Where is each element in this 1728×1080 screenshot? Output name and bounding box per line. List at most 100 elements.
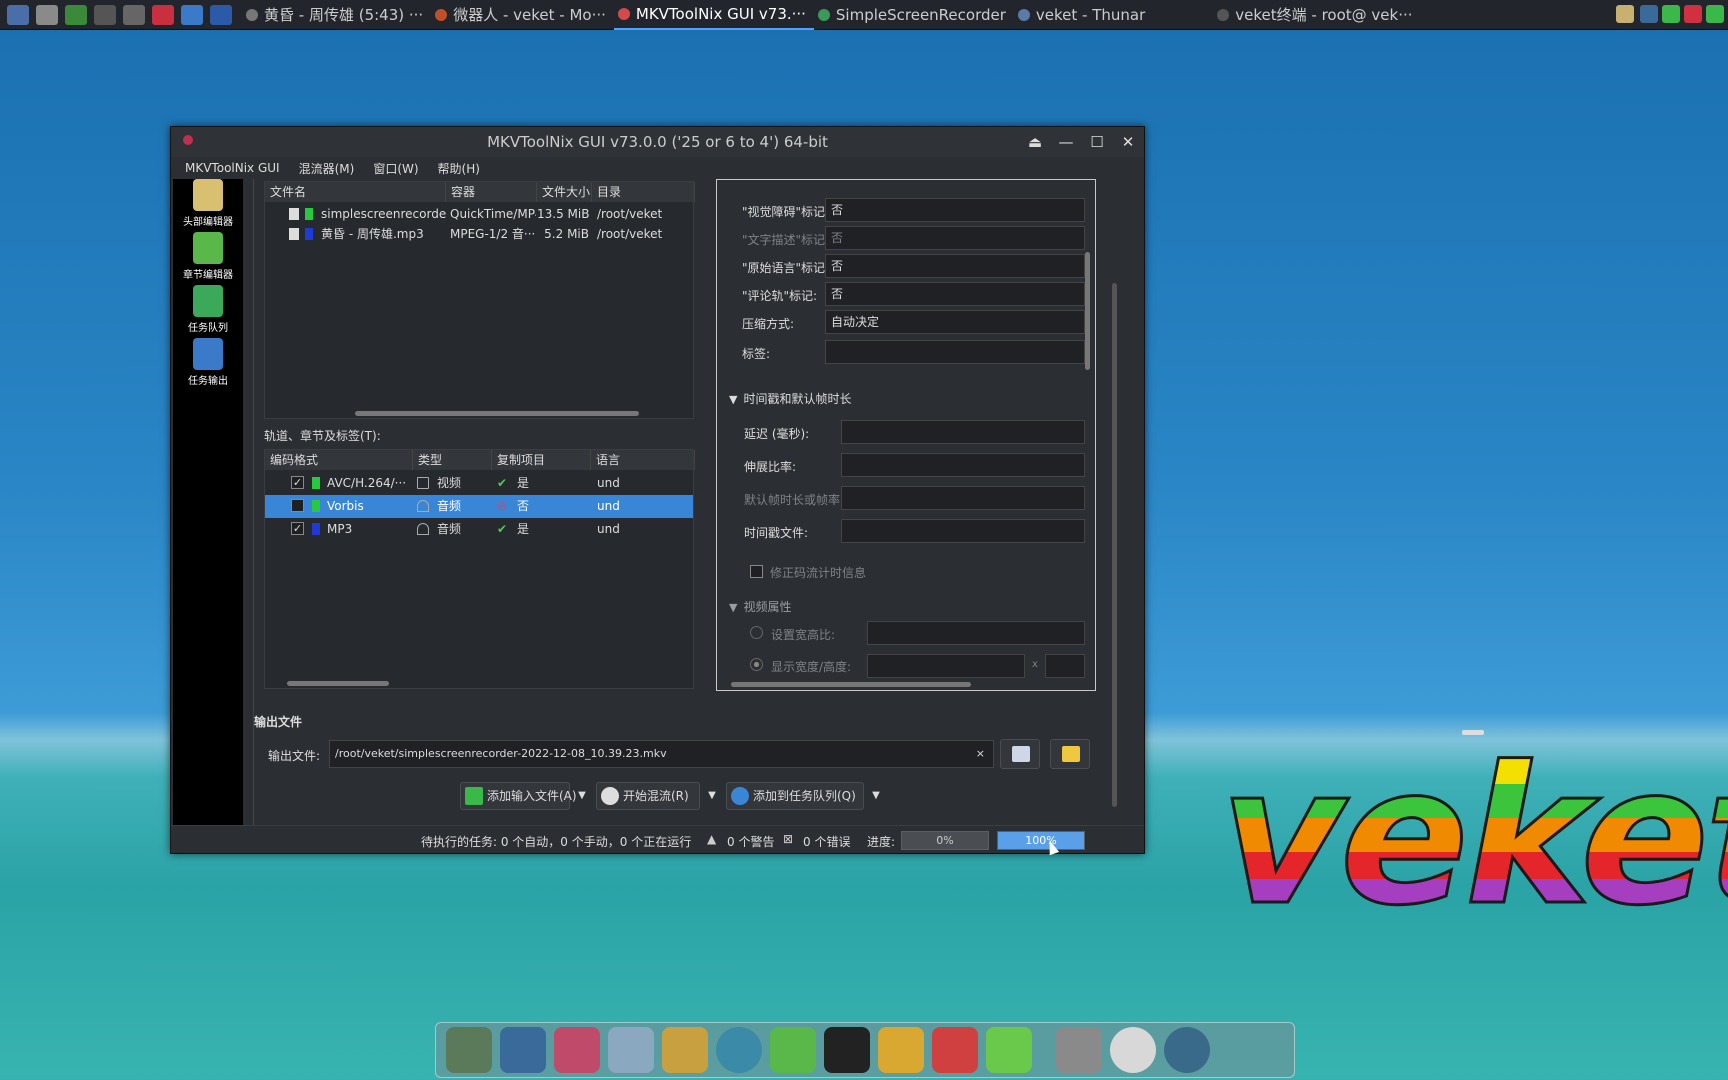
clipboard-icon[interactable] [1616,5,1634,23]
timing-input[interactable] [841,519,1085,543]
display-width-input[interactable] [867,654,1025,678]
browse-output-button[interactable] [1000,739,1040,769]
aspect-ratio-input[interactable] [867,621,1085,645]
screenshot-icon[interactable] [123,4,145,25]
dock-network-icon[interactable] [770,1027,816,1073]
record-icon[interactable] [1684,5,1702,23]
dock-help-icon[interactable] [986,1027,1032,1073]
start-mux-dropdown[interactable]: ▼ [702,782,722,810]
dock-power-icon[interactable] [716,1027,762,1073]
timing-section[interactable]: ▼ 时间戳和默认帧时长 [729,390,851,407]
files-column-header[interactable]: 目录 [592,182,695,202]
property-value[interactable]: 否 [825,254,1085,278]
title-bar[interactable]: MKVToolNix GUI v73.0.0 ('25 or 6 to 4') … [171,127,1144,157]
dock-monitor-icon[interactable] [500,1027,546,1073]
property-value[interactable] [825,340,1085,364]
dock-chart-icon[interactable] [932,1027,978,1073]
property-value[interactable]: 否 [825,282,1085,306]
minimize-icon[interactable]: — [1055,131,1077,153]
output-section: 输出文件 [254,715,303,729]
network-icon[interactable] [1640,5,1658,23]
fix-bitstream-checkbox[interactable] [750,565,763,578]
dock-settings-icon[interactable] [1110,1027,1156,1073]
property-value[interactable]: 自动决定 [825,310,1085,334]
files-column-header[interactable]: 容器 [446,182,537,202]
add-input-button[interactable]: 添加输入文件(A) [460,782,577,810]
files-column-header[interactable]: 文件大小 [537,182,592,202]
sidebar-item[interactable]: 章节编辑器 [173,232,243,281]
taskbar-task[interactable]: veket终端 - root@ vek··· [1213,0,1413,30]
display-wh-radio[interactable] [750,658,763,671]
globe-icon[interactable] [210,4,232,25]
dock-drive-icon[interactable] [1056,1027,1102,1073]
track-checkbox[interactable]: ✓ [291,522,304,535]
dock-file-manager-icon[interactable] [446,1027,492,1073]
add-queue-dropdown[interactable]: ▼ [866,782,886,810]
property-value[interactable]: 否 [825,198,1085,222]
sidebar-item[interactable]: 头部编辑器 [173,179,243,228]
browser-icon[interactable] [181,4,203,25]
dock-paint-icon[interactable] [662,1027,708,1073]
tracks-scrollbar[interactable] [287,681,389,686]
property-value[interactable]: 否 [825,226,1085,250]
battery-icon[interactable] [1662,5,1680,23]
heart-icon[interactable] [152,4,174,25]
output-file-path: /root/veket/simplescreenrecorder-2022-12… [335,747,667,760]
tracks-column-header[interactable]: 类型 [413,450,492,470]
track-row[interactable]: Vorbis 音频 ⊘ 否 und [265,495,693,518]
track-row[interactable]: ✓ MP3 音频 ✔ 是 und [265,518,693,541]
output-file-input[interactable]: /root/veket/simplescreenrecorder-2022-12… [329,740,994,768]
taskbar-task[interactable]: 黄昏 - 周传雄 (5:43) ··· [242,0,431,30]
timing-input[interactable] [841,420,1085,444]
menu-item[interactable]: 帮助(H) [438,160,480,177]
tracks-list[interactable]: 编码格式 类型 复制项目 语言 ✓ AVC/H.264/··· 视频 ✔ 是 und Vorbis… [264,449,695,689]
close-icon[interactable]: ✕ [1117,131,1139,153]
menu-item[interactable]: 混流器(M) [299,160,355,177]
menu-item[interactable]: MKVToolNix GUI [185,161,280,175]
properties-vscrollbar[interactable] [1085,252,1090,370]
taskbar-task[interactable]: MKVToolNix GUI v73.··· [613,0,814,30]
clear-output-icon[interactable]: × [976,741,985,767]
progress-current-text: 0% [936,834,954,847]
power-icon[interactable] [1706,5,1724,23]
menu-item[interactable]: 窗口(W) [373,160,418,177]
track-checkbox[interactable] [291,499,304,512]
track-row[interactable]: ✓ AVC/H.264/··· 视频 ✔ 是 und [265,472,693,495]
dock-notepad-icon[interactable] [608,1027,654,1073]
add-queue-button[interactable]: 添加到任务队列(Q) [726,782,864,810]
tracks-column-header[interactable]: 复制项目 [492,450,591,470]
shade-icon[interactable]: ⏏ [1024,131,1046,153]
dock-globe-icon[interactable] [1164,1027,1210,1073]
maximize-icon[interactable]: ☐ [1086,131,1108,153]
start-mux-button[interactable]: 开始混流(R) [596,782,700,810]
tracks-column-header[interactable]: 语言 [591,450,695,470]
video-section[interactable]: ▼ 视频属性 [729,598,791,615]
properties-hscrollbar[interactable] [731,682,971,687]
taskbar-task[interactable]: 微器人 - veket - Mo··· [431,0,614,30]
dock-penguin-icon[interactable] [824,1027,870,1073]
files-scrollbar[interactable] [355,411,639,416]
add-input-dropdown[interactable]: ▼ [572,782,592,810]
tracks-column-header[interactable]: 编码格式 [265,450,413,470]
dock-hedgehog-icon[interactable] [554,1027,600,1073]
display-height-input[interactable] [1045,654,1085,678]
taskbar-task[interactable]: veket - Thunar [1014,0,1153,30]
timing-input[interactable] [841,453,1085,477]
terminal-icon[interactable] [94,4,116,25]
favorite-output-button[interactable] [1050,739,1090,769]
app-menu-icon[interactable] [7,4,29,25]
play-icon[interactable] [65,4,87,25]
settings-gear-icon[interactable] [36,4,58,25]
file-row[interactable]: 黄昏 - 周传雄.mp3 MPEG-1/2 音··· 5.2 MiB/root/ve… [265,224,693,244]
taskbar-task[interactable]: SimpleScreenRecorder [814,0,1014,30]
track-checkbox[interactable]: ✓ [291,476,304,489]
content-vscrollbar[interactable] [1112,283,1117,807]
timing-input[interactable] [841,486,1085,510]
dock-exit-icon[interactable] [878,1027,924,1073]
files-column-header[interactable]: 文件名 [265,182,446,202]
files-list[interactable]: 文件名容器文件大小目录 simplescreenrecorder-2··· Qui… [264,181,695,419]
sidebar-item[interactable]: 任务输出 [173,338,243,387]
sidebar-item[interactable]: 任务队列 [173,285,243,334]
aspect-ratio-radio[interactable] [750,626,763,639]
file-row[interactable]: simplescreenrecorder-2··· QuickTime/MP413… [265,204,693,224]
